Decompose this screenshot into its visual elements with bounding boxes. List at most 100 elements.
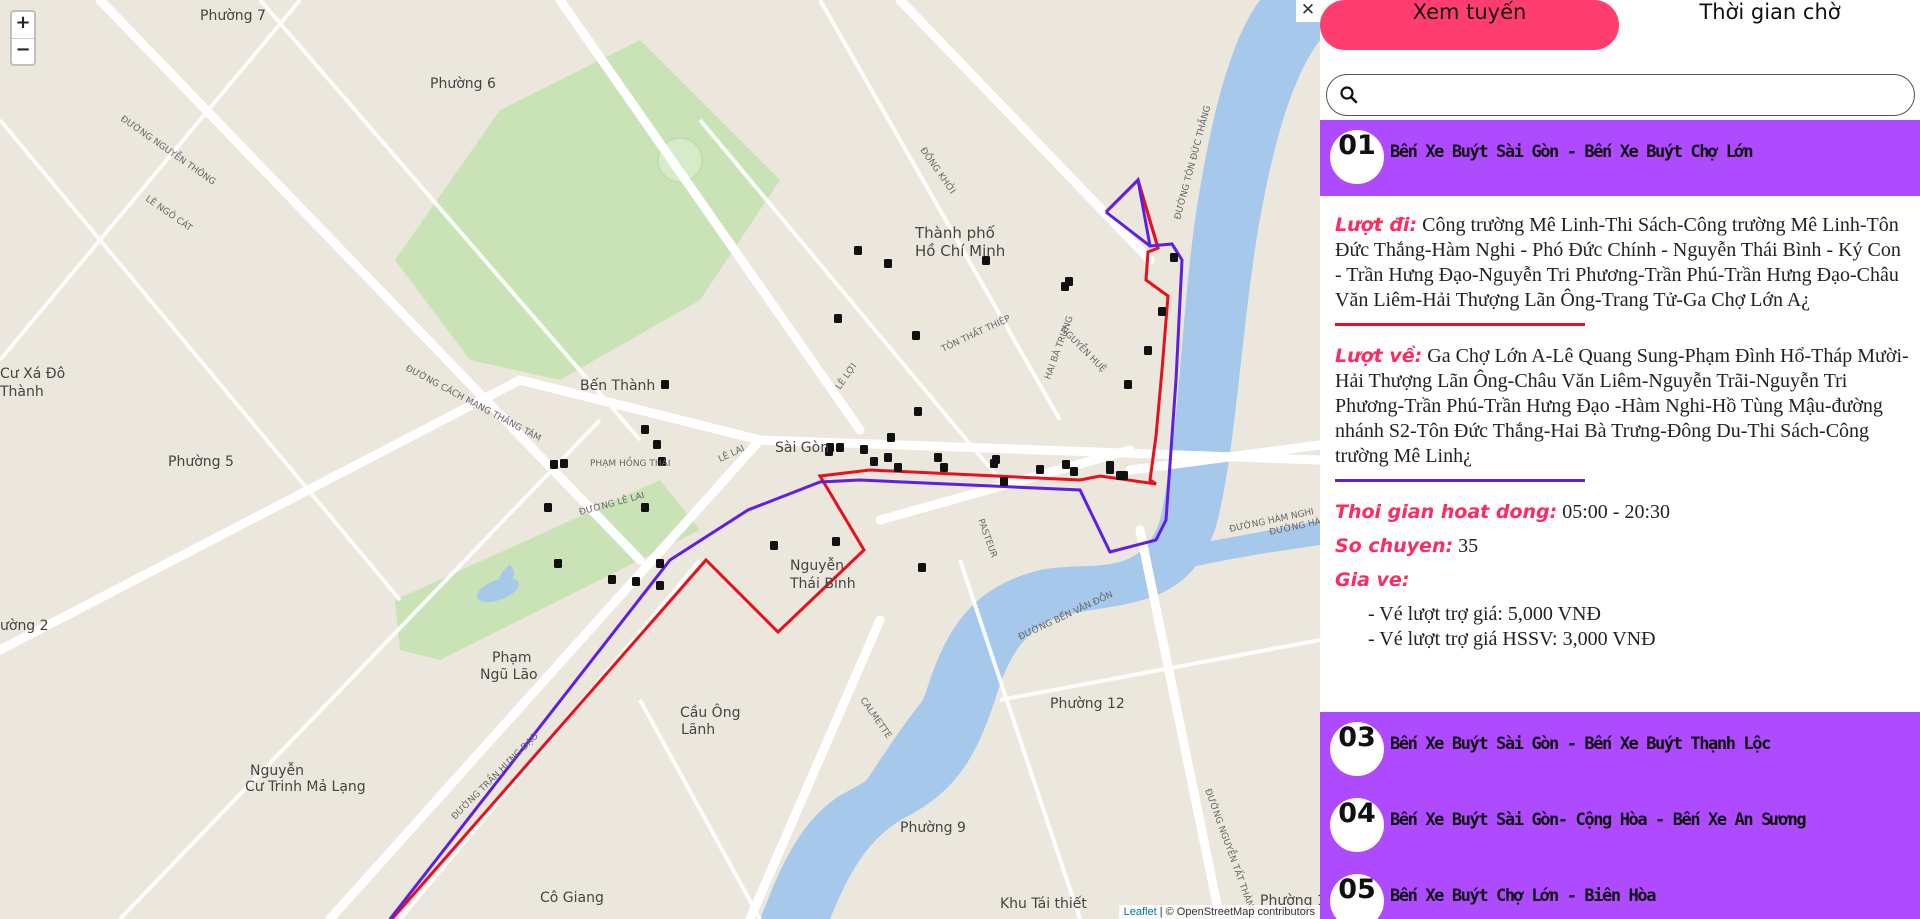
place-label: Ngũ Lão: [480, 667, 538, 683]
place-label: Cô Giang: [540, 890, 604, 906]
place-label: Thành: [0, 384, 44, 400]
tab-bar: Xem tuyến Thời gian chờ: [1320, 0, 1920, 58]
tab-routes[interactable]: Xem tuyến: [1320, 0, 1619, 50]
bus-stop-icon[interactable]: [836, 443, 844, 452]
bus-stop-icon[interactable]: [854, 246, 862, 255]
place-label: Phường 6: [430, 76, 496, 92]
place-label: Cầu Ông: [680, 703, 740, 721]
bus-stop-icon[interactable]: [860, 445, 868, 454]
zoom-out-button[interactable]: −: [12, 38, 34, 64]
route-item-03[interactable]: 03 Bến Xe Buýt Sài Gòn - Bến Xe Buýt Thạ…: [1320, 712, 1920, 788]
bus-stop-icon[interactable]: [884, 453, 892, 462]
leaflet-link[interactable]: Leaflet: [1124, 906, 1157, 918]
route-panel: Xem tuyến Thời gian chờ 01 Bến Xe Buýt S…: [1320, 0, 1920, 919]
route-number: 04: [1330, 798, 1384, 852]
route-out-label: Lượt đi:: [1335, 214, 1418, 236]
place-label: Phạm: [492, 650, 532, 666]
bus-stop-icon[interactable]: [544, 503, 552, 512]
bus-stop-icon[interactable]: [914, 407, 922, 416]
bus-stop-icon[interactable]: [940, 463, 948, 472]
bus-stop-icon[interactable]: [912, 331, 920, 340]
bus-stop-icon[interactable]: [1070, 467, 1078, 476]
place-label: ường 2: [0, 618, 49, 634]
bus-stop-icon[interactable]: [608, 575, 616, 584]
search-icon: [1340, 86, 1358, 104]
bus-stop-icon[interactable]: [1106, 465, 1114, 474]
route-back-label: Lượt về:: [1335, 345, 1423, 367]
fare-item: - Vé lượt trợ giá HSSV: 3,000 VNĐ: [1368, 628, 1656, 650]
bus-stop-icon[interactable]: [1144, 346, 1152, 355]
place-label: Thành phố: [914, 224, 996, 242]
place-label: Khu Tái thiết: [1000, 895, 1087, 912]
bus-stop-icon[interactable]: [1065, 277, 1073, 286]
bus-stop-icon[interactable]: [1036, 465, 1044, 474]
osm-attribution: | © OpenStreetMap contributors: [1156, 906, 1315, 918]
bus-stop-icon[interactable]: [990, 459, 998, 468]
trips-value: 35: [1453, 535, 1479, 557]
bus-stop-icon[interactable]: [1120, 471, 1128, 480]
bus-stop-icon[interactable]: [834, 314, 842, 323]
fare-item: - Vé lượt trợ giá: 5,000 VNĐ: [1368, 603, 1601, 625]
bus-stop-icon[interactable]: [1000, 477, 1008, 486]
route-detail: Lượt đi: Công trường Mê Linh-Thi Sách-Cô…: [1335, 213, 1910, 652]
bus-stop-icon[interactable]: [934, 453, 942, 462]
place-label: Thái Bình: [789, 576, 856, 592]
tab-wait-time[interactable]: Thời gian chờ: [1620, 0, 1920, 50]
place-label: Phường 9: [900, 820, 966, 836]
place-label: Phường 7: [200, 8, 266, 24]
bus-stop-icon[interactable]: [641, 503, 649, 512]
bus-stop-icon[interactable]: [1062, 460, 1070, 469]
bus-stop-icon[interactable]: [887, 433, 895, 442]
route-number: 03: [1330, 722, 1384, 776]
place-label: Lãnh: [681, 722, 715, 738]
bus-stop-icon[interactable]: [632, 577, 640, 586]
route-item-04[interactable]: 04 Bến Xe Buýt Sài Gòn- Cộng Hòa - Bến X…: [1320, 788, 1920, 864]
hours-value: 05:00 - 20:30: [1557, 501, 1671, 523]
route-item-05[interactable]: 05 Bến Xe Buýt Chợ Lớn - Biên Hòa: [1320, 864, 1920, 919]
bus-stop-icon[interactable]: [653, 440, 661, 449]
route-name: Bến Xe Buýt Sài Gòn - Bến Xe Buýt Chợ Lớ…: [1390, 142, 1754, 162]
bus-stop-icon[interactable]: [1158, 307, 1166, 316]
bus-stop-icon[interactable]: [770, 541, 778, 550]
map-view[interactable]: Phường 7 Phường 6 Thành phố Hồ Chí Minh Bến …: [0, 0, 1320, 919]
route-out-color-bar: [1335, 323, 1585, 326]
bus-stop-icon[interactable]: [656, 559, 664, 568]
place-label: Sài Gòn: [775, 440, 829, 456]
route-out-description: Lượt đi: Công trường Mê Linh-Thi Sách-Cô…: [1335, 213, 1910, 313]
place-label: Nguyễn: [790, 557, 844, 574]
bus-stop-icon[interactable]: [661, 380, 669, 389]
bus-stop-icon[interactable]: [870, 457, 878, 466]
route-back-description: Lượt về: Ga Chợ Lớn A-Lê Quang Sung-Phạm…: [1335, 344, 1910, 469]
place-label: Nguyễn: [250, 762, 304, 779]
place-label: Cư Trinh Mả Lạng: [245, 779, 366, 795]
bus-stop-icon[interactable]: [554, 559, 562, 568]
bus-stop-icon[interactable]: [656, 581, 664, 590]
bus-stop-icon[interactable]: [560, 459, 568, 468]
bus-stop-icon[interactable]: [550, 460, 558, 469]
operating-hours: Thoi gian hoat dong: 05:00 - 20:30: [1335, 500, 1910, 525]
bus-stop-icon[interactable]: [894, 463, 902, 472]
zoom-in-button[interactable]: +: [12, 12, 34, 38]
map-canvas[interactable]: Phường 7 Phường 6 Thành phốHồ Chí Minh Bến …: [0, 0, 1320, 919]
place-label: Phường 12: [1050, 696, 1125, 712]
route-name: Bến Xe Buýt Chợ Lớn - Biên Hòa: [1390, 886, 1656, 906]
route-number: 05: [1330, 874, 1384, 919]
route-item-01[interactable]: 01 Bến Xe Buýt Sài Gòn - Bến Xe Buýt Chợ…: [1320, 120, 1920, 196]
place-label: Hồ Chí Minh: [915, 242, 1005, 260]
bus-stop-icon[interactable]: [1124, 380, 1132, 389]
search-input[interactable]: [1371, 80, 1901, 110]
bus-stop-icon[interactable]: [641, 425, 649, 434]
zoom-control: + −: [10, 10, 36, 66]
map-attribution: Leaflet | © OpenStreetMap contributors: [1118, 905, 1320, 919]
bus-stop-icon[interactable]: [918, 563, 926, 572]
hours-label: Thoi gian hoat dong:: [1335, 501, 1558, 523]
fare-label: Gia ve:: [1335, 569, 1410, 591]
bus-stop-icon[interactable]: [884, 259, 892, 268]
bus-stop-icon[interactable]: [832, 537, 840, 546]
search-box: [1326, 74, 1915, 116]
close-panel-button[interactable]: ✕: [1296, 0, 1320, 22]
route-out-text: Công trường Mê Linh-Thi Sách-Công trường…: [1335, 214, 1901, 311]
fare-list: - Vé lượt trợ giá: 5,000 VNĐ - Vé lượt t…: [1368, 602, 1910, 652]
bus-stop-icon[interactable]: [1170, 253, 1178, 262]
route-number: 01: [1330, 130, 1384, 184]
